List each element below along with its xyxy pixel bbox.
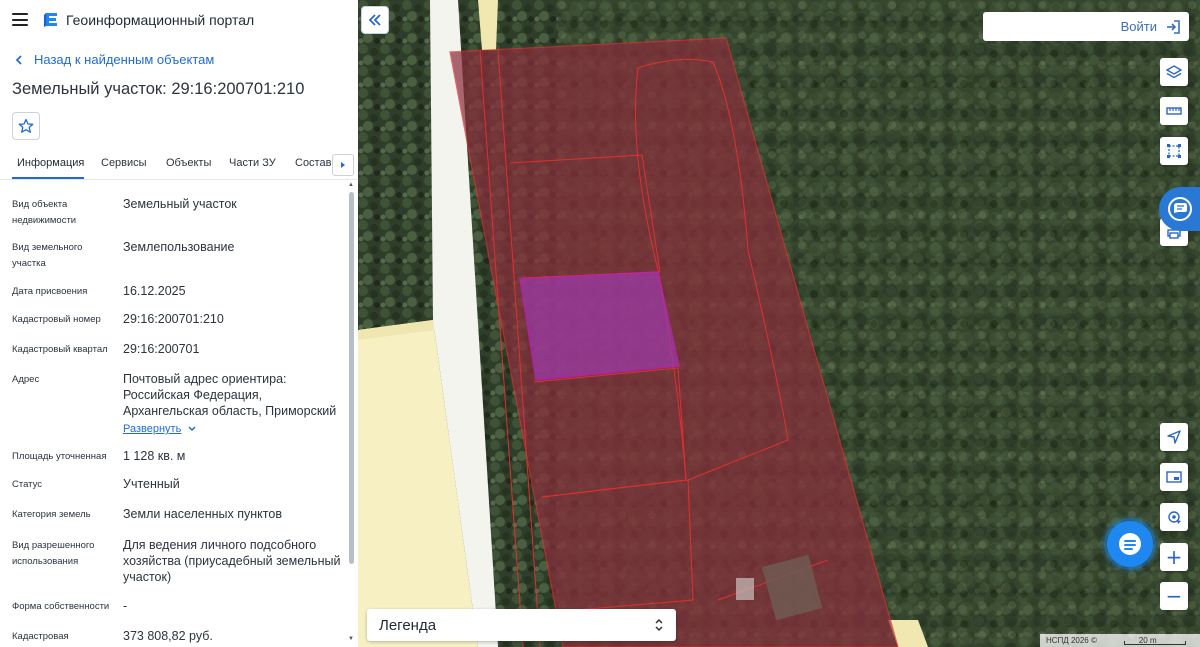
label-land-category: Категория земель	[12, 509, 91, 520]
select-area-button[interactable]	[1160, 137, 1188, 165]
value-parcel-type: Землепользование	[123, 240, 235, 254]
value-cadastral-number: 29:16:200701:210	[123, 312, 224, 326]
value-cadastral-quarter: 29:16:200701	[123, 342, 200, 356]
scrollbar-thumb[interactable]	[349, 192, 354, 564]
label-area: Площадь уточненная	[12, 451, 107, 462]
expand-label: Развернуть	[123, 423, 182, 435]
tab-parts[interactable]: Части ЗУ	[229, 157, 276, 169]
tab-info[interactable]: Информация	[17, 157, 84, 169]
legend-label: Легенда	[379, 616, 437, 634]
feedback-icon	[1167, 197, 1192, 221]
chat-icon	[1119, 533, 1141, 555]
label-parcel-type: Вид земельного участка	[12, 242, 83, 269]
tab-composition[interactable]: Состав	[295, 157, 331, 169]
picture-in-picture-icon	[1166, 471, 1182, 483]
label-ownership-form: Форма собственности	[12, 601, 110, 612]
chevron-left-icon	[15, 54, 22, 65]
layers-button[interactable]	[1160, 58, 1188, 86]
active-tab-indicator	[12, 177, 84, 179]
label-assignment-date: Дата присвоения	[12, 286, 88, 297]
object-title: Земельный участок: 29:16:200701:210	[12, 80, 305, 98]
app-title: Геоинформационный портал	[66, 12, 255, 28]
star-icon	[18, 118, 34, 133]
double-chevron-left-icon	[368, 14, 381, 26]
login-label: Войти	[1120, 19, 1157, 34]
expand-address-link[interactable]: Развернуть	[123, 423, 197, 435]
label-cadastral-value: Кадастровая	[12, 631, 69, 642]
back-to-results-link[interactable]: Назад к найденным объектам	[12, 52, 214, 67]
value-address: Почтовый адрес ориентира: Российская Фед…	[123, 372, 337, 418]
zoom-out-button[interactable]: −	[1160, 582, 1188, 610]
chevron-down-icon	[188, 426, 196, 432]
portal-logo-icon	[44, 13, 57, 27]
ruler-button[interactable]	[1160, 97, 1188, 125]
tabs-scroll-right-button[interactable]	[332, 154, 354, 176]
caret-right-icon	[341, 162, 345, 168]
favorite-button[interactable]	[12, 112, 40, 140]
login-button[interactable]: Войти	[983, 12, 1189, 41]
tab-services[interactable]: Сервисы	[101, 157, 147, 169]
value-permitted-use: Для ведения личного подсобного хозяйства…	[123, 538, 341, 584]
info-tabs: Информация Сервисы Объекты Части ЗУ Сост…	[0, 150, 358, 180]
zoom-out-icon: −	[1165, 584, 1183, 608]
value-ownership-form: -	[123, 599, 128, 613]
login-icon	[1167, 19, 1180, 34]
value-status: Учтенный	[123, 477, 180, 491]
info-panel: Геоинформационный портал Назад к найденн…	[0, 0, 358, 647]
label-object-type: Вид объекта недвижимости	[12, 199, 77, 226]
label-permitted-use: Вид разрешенного использования	[12, 540, 95, 567]
hamburger-menu-icon[interactable]	[12, 13, 28, 26]
scroll-down-arrow-icon[interactable]: ▼	[348, 636, 354, 642]
label-cadastral-quarter: Кадастровый квартал	[12, 344, 108, 355]
scale-bar	[1124, 641, 1186, 645]
label-status: Статус	[12, 479, 43, 490]
satellite-map-image	[358, 0, 1200, 647]
collapse-panel-button[interactable]	[361, 6, 389, 34]
label-cadastral-number: Кадастровый номер	[12, 314, 101, 325]
legend-dropdown[interactable]: Легенда	[367, 609, 676, 641]
picture-in-picture-button[interactable]	[1160, 463, 1188, 491]
app-header: Геоинформационный портал	[0, 0, 358, 40]
sort-chevrons-icon	[655, 618, 663, 632]
value-area: 1 128 кв. м	[123, 449, 186, 463]
scroll-up-arrow-icon[interactable]: ▲	[348, 182, 354, 188]
value-cadastral-value: 373 808,82 руб.	[123, 629, 213, 643]
label-address: Адрес	[12, 374, 40, 385]
chat-button[interactable]	[1107, 521, 1153, 567]
zoom-in-icon: +	[1165, 545, 1183, 569]
value-object-type: Земельный участок	[123, 197, 237, 211]
feedback-button[interactable]	[1159, 187, 1200, 231]
navigate-icon	[1167, 430, 1181, 444]
geolocation-icon	[1168, 511, 1181, 524]
map-canvas[interactable]	[358, 0, 1200, 647]
zoom-in-button[interactable]: +	[1160, 543, 1188, 571]
layers-icon	[1166, 65, 1182, 79]
value-assignment-date: 16.12.2025	[123, 284, 186, 298]
ruler-icon	[1166, 107, 1182, 115]
value-land-category: Земли населенных пунктов	[123, 507, 282, 521]
navigate-button[interactable]	[1160, 423, 1188, 451]
attribution-text: НСПД 2026 ©	[1046, 636, 1097, 645]
select-area-icon	[1167, 144, 1181, 158]
back-link-label: Назад к найденным объектам	[34, 52, 215, 67]
geolocation-button[interactable]	[1160, 503, 1188, 531]
tab-objects[interactable]: Объекты	[166, 157, 211, 169]
